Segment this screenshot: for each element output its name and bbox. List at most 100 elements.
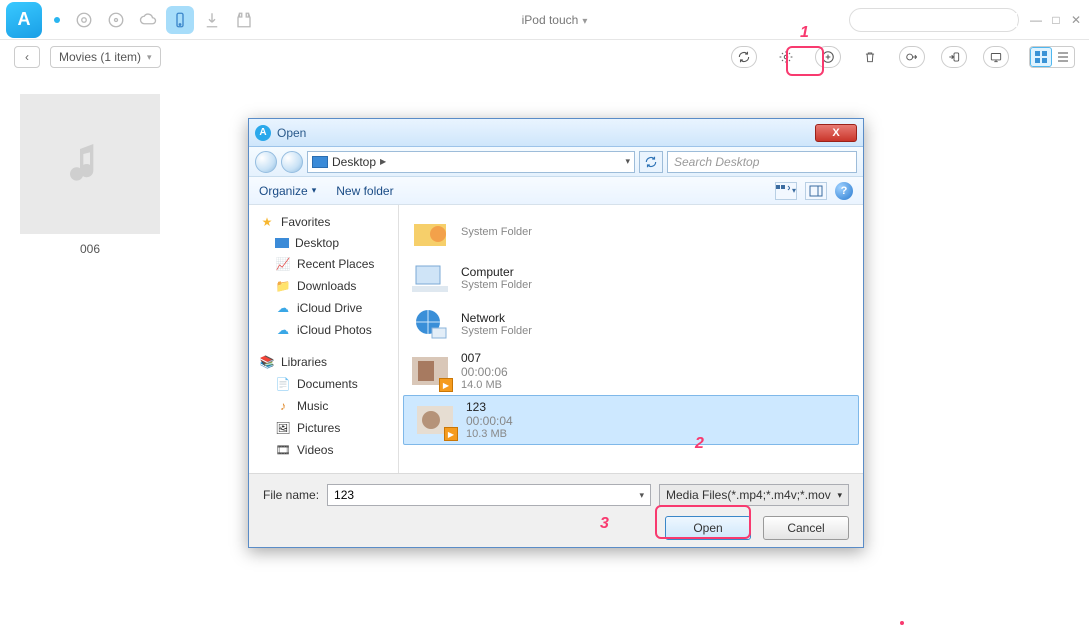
address-text: Desktop bbox=[332, 155, 376, 169]
apps-tab-icon[interactable] bbox=[230, 6, 258, 34]
global-search[interactable] bbox=[849, 8, 1019, 32]
cancel-button[interactable]: Cancel bbox=[763, 516, 849, 540]
grid-view-button[interactable] bbox=[1030, 47, 1052, 67]
play-overlay-icon: ▶ bbox=[439, 378, 453, 392]
filename-label: File name: bbox=[263, 488, 319, 502]
video-thumb-icon: ▶ bbox=[414, 401, 456, 439]
filename-dropdown-icon[interactable]: ▾ bbox=[639, 490, 644, 501]
computer-icon bbox=[409, 259, 451, 297]
file-row-123[interactable]: ▶ 12300:00:0410.3 MB bbox=[403, 395, 859, 445]
sidebar-desktop[interactable]: Desktop bbox=[249, 233, 398, 253]
movie-thumbnail[interactable]: 006 bbox=[20, 94, 160, 256]
cloud-tab-icon[interactable] bbox=[134, 6, 162, 34]
callout-number-1: 1 bbox=[800, 24, 809, 42]
help-button[interactable]: ? bbox=[835, 182, 853, 200]
star-icon: ★ bbox=[259, 214, 275, 230]
music-tab-icon[interactable] bbox=[70, 6, 98, 34]
preview-pane-button[interactable] bbox=[805, 182, 827, 200]
chevron-down-icon: ▾ bbox=[147, 52, 152, 63]
play-overlay-icon: ▶ bbox=[444, 427, 458, 441]
file-list: System Folder ComputerSystem Folder Netw… bbox=[399, 205, 863, 473]
maximize-button[interactable]: □ bbox=[1049, 13, 1063, 27]
settings-button[interactable] bbox=[773, 46, 799, 68]
delete-button[interactable] bbox=[857, 46, 883, 68]
sidebar: ★Favorites Desktop 📈Recent Places 📁Downl… bbox=[249, 205, 399, 473]
device-name[interactable]: iPod touch▾ bbox=[260, 12, 849, 27]
filename-field[interactable]: ▾ bbox=[327, 484, 651, 506]
open-button[interactable]: Open bbox=[665, 516, 751, 540]
sidebar-music[interactable]: ♪Music bbox=[249, 395, 398, 417]
chevron-down-icon: ▾ bbox=[582, 16, 587, 27]
to-phone-button[interactable] bbox=[941, 46, 967, 68]
nav-back-button[interactable] bbox=[255, 151, 277, 173]
list-view-button[interactable] bbox=[1052, 47, 1074, 67]
dialog-search[interactable]: Search Desktop bbox=[667, 151, 857, 173]
address-bar[interactable]: Desktop ▶ ▾ bbox=[307, 151, 635, 173]
thumbnail-caption: 006 bbox=[20, 242, 160, 256]
desktop-icon bbox=[275, 238, 289, 248]
minimize-button[interactable]: — bbox=[1029, 13, 1043, 27]
sidebar-downloads[interactable]: 📁Downloads bbox=[249, 275, 398, 297]
network-icon bbox=[409, 305, 451, 343]
sidebar-videos[interactable]: 🎞Videos bbox=[249, 439, 398, 461]
file-row-computer[interactable]: ComputerSystem Folder bbox=[399, 255, 863, 301]
file-row-userfolder[interactable]: System Folder bbox=[399, 209, 863, 255]
document-icon: 📄 bbox=[275, 376, 291, 392]
thumbnail-cover bbox=[20, 94, 160, 234]
dialog-footer: File name: ▾ Media Files(*.mp4;*.m4v;*.m… bbox=[249, 473, 863, 547]
recent-icon: 📈 bbox=[275, 256, 291, 272]
dialog-close-button[interactable]: X bbox=[815, 124, 857, 142]
folder-icon: 📁 bbox=[275, 278, 291, 294]
cloud-icon: ☁ bbox=[275, 300, 291, 316]
file-row-network[interactable]: NetworkSystem Folder bbox=[399, 301, 863, 347]
to-device-button[interactable] bbox=[899, 46, 925, 68]
nav-forward-button[interactable] bbox=[281, 151, 303, 173]
titlebar: A iPod touch▾ — □ ✕ bbox=[0, 0, 1089, 40]
sidebar-icloud-drive[interactable]: ☁iCloud Drive bbox=[249, 297, 398, 319]
video-thumb-icon: ▶ bbox=[409, 352, 451, 390]
device-tab-icon[interactable] bbox=[166, 6, 194, 34]
filename-input[interactable] bbox=[334, 488, 639, 502]
sidebar-recent[interactable]: 📈Recent Places bbox=[249, 253, 398, 275]
power-tab-icon[interactable] bbox=[102, 6, 130, 34]
music-icon: ♪ bbox=[275, 398, 291, 414]
breadcrumb[interactable]: Movies (1 item)▾ bbox=[50, 46, 161, 68]
sidebar-libraries[interactable]: 📚Libraries bbox=[249, 351, 398, 373]
pictures-icon: 🖼 bbox=[275, 420, 291, 436]
new-folder-button[interactable]: New folder bbox=[336, 184, 393, 198]
breadcrumb-arrow-icon: ▶ bbox=[380, 157, 386, 166]
window-controls: — □ ✕ bbox=[1029, 13, 1083, 27]
sidebar-pictures[interactable]: 🖼Pictures bbox=[249, 417, 398, 439]
view-options-button[interactable]: ▾ bbox=[775, 182, 797, 200]
view-toggle bbox=[1029, 46, 1075, 68]
nav-refresh-button[interactable] bbox=[639, 151, 663, 173]
address-dropdown-icon[interactable]: ▾ bbox=[625, 156, 630, 167]
libraries-icon: 📚 bbox=[259, 354, 275, 370]
close-button[interactable]: ✕ bbox=[1069, 13, 1083, 27]
to-computer-button[interactable] bbox=[983, 46, 1009, 68]
add-button[interactable] bbox=[815, 46, 841, 68]
refresh-button[interactable] bbox=[731, 46, 757, 68]
sidebar-documents[interactable]: 📄Documents bbox=[249, 373, 398, 395]
music-note-icon bbox=[70, 139, 110, 189]
dialog-app-icon: A bbox=[255, 125, 271, 141]
videos-icon: 🎞 bbox=[275, 442, 291, 458]
organize-menu[interactable]: Organize▾ bbox=[259, 184, 316, 198]
organize-bar: Organize▾ New folder ▾ ? bbox=[249, 177, 863, 205]
back-button[interactable]: ‹ bbox=[14, 46, 40, 68]
callout-two: 2 bbox=[695, 435, 704, 453]
cloud-icon: ☁ bbox=[275, 322, 291, 338]
user-folder-icon bbox=[409, 213, 451, 251]
dialog-nav: Desktop ▶ ▾ Search Desktop bbox=[249, 147, 863, 177]
desktop-icon bbox=[312, 156, 328, 168]
search-input[interactable] bbox=[862, 13, 1017, 27]
sidebar-favorites[interactable]: ★Favorites bbox=[249, 211, 398, 233]
sidebar-icloud-photos[interactable]: ☁iCloud Photos bbox=[249, 319, 398, 341]
download-tab-icon[interactable] bbox=[198, 6, 226, 34]
file-type-filter[interactable]: Media Files(*.mp4;*.m4v;*.mov▾ bbox=[659, 484, 849, 506]
dialog-titlebar: A Open X bbox=[249, 119, 863, 147]
status-dot-icon bbox=[54, 17, 60, 23]
toolbar: ‹ Movies (1 item)▾ bbox=[0, 40, 1089, 74]
file-row-007[interactable]: ▶ 00700:00:0614.0 MB bbox=[399, 347, 863, 395]
dialog-body: ★Favorites Desktop 📈Recent Places 📁Downl… bbox=[249, 205, 863, 473]
